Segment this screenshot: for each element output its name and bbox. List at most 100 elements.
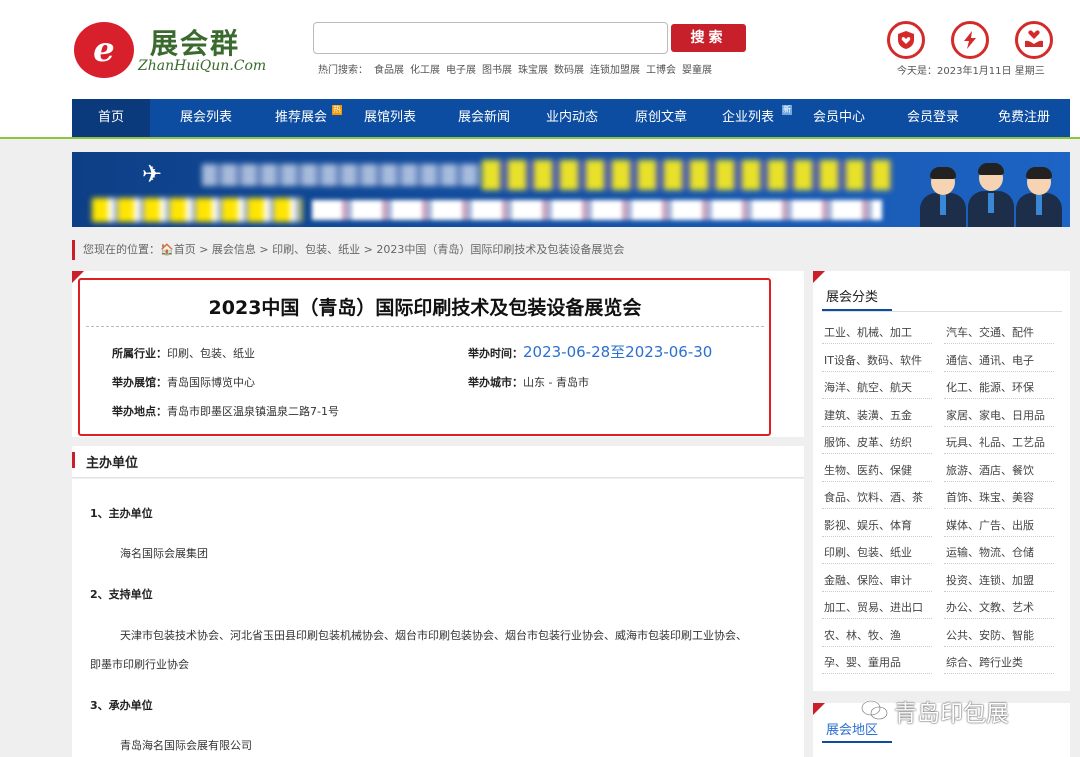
- section-title: 主办单位: [86, 456, 139, 471]
- nav-label: 免费注册: [997, 110, 1050, 125]
- nav-label: 会员登录: [906, 110, 959, 125]
- corner-triangle: [813, 271, 825, 283]
- breadcrumb-path[interactable]: > 展会信息 > 印刷、包装、纸业 > 2023中国（青岛）国际印刷技术及包装设…: [196, 243, 624, 256]
- business-people-illustration: [912, 162, 1062, 227]
- nav-item-industry[interactable]: 业内动态: [528, 99, 616, 137]
- nav-item-recommended[interactable]: 推荐展会热: [262, 99, 342, 137]
- category-link[interactable]: 综合、跨行业类: [946, 654, 1023, 670]
- category-link[interactable]: 玩具、礼品、工艺品: [946, 434, 1045, 450]
- dotted-divider: [944, 645, 1054, 647]
- info-value[interactable]: 青岛国际博览中心: [167, 376, 255, 389]
- category-link[interactable]: 印刷、包装、纸业: [824, 544, 912, 560]
- nav-label: 会员中心: [812, 110, 865, 125]
- category-link[interactable]: 媒体、广告、出版: [946, 517, 1034, 533]
- category-link[interactable]: 家居、家电、日用品: [946, 407, 1045, 423]
- organizer-text: 青岛海名国际会展有限公司: [120, 739, 252, 752]
- nav-item-articles[interactable]: 原创文章: [616, 99, 706, 137]
- breadcrumb-home-link[interactable]: 首页: [174, 243, 196, 256]
- hot-search-link[interactable]: 化工展: [410, 65, 440, 76]
- organizers-body: [72, 479, 804, 757]
- category-link[interactable]: 食品、饮料、酒、茶: [824, 489, 923, 505]
- nav-item-login[interactable]: 会员登录: [888, 99, 978, 137]
- category-link[interactable]: 旅游、酒店、餐饮: [946, 462, 1034, 478]
- category-link[interactable]: 首饰、珠宝、美容: [946, 489, 1034, 505]
- shield-heart-icon[interactable]: [887, 21, 925, 59]
- hot-search-link[interactable]: 图书展: [482, 65, 512, 76]
- hot-search-link[interactable]: 连锁加盟展: [590, 65, 640, 76]
- category-link[interactable]: 办公、文教、艺术: [946, 599, 1034, 615]
- hot-search-link[interactable]: 工博会: [646, 65, 676, 76]
- breadcrumb: 您现在的位置：🏠首页 > 展会信息 > 印刷、包装、纸业 > 2023中国（青岛…: [72, 240, 624, 260]
- category-link[interactable]: 通信、通讯、电子: [946, 352, 1034, 368]
- airplane-icon: ✈: [142, 160, 163, 188]
- dotted-divider: [822, 343, 932, 344]
- hot-search-link[interactable]: 婴童展: [682, 65, 712, 76]
- divider: [822, 311, 1062, 312]
- dotted-divider: [822, 618, 932, 619]
- dotted-divider: [944, 370, 1054, 372]
- nav-item-member-center[interactable]: 会员中心: [790, 99, 888, 137]
- category-link[interactable]: 投资、连锁、加盟: [946, 572, 1034, 588]
- nav-item-expo-list[interactable]: 展会列表: [150, 99, 262, 137]
- category-link[interactable]: 化工、能源、环保: [946, 379, 1034, 395]
- hot-search-link[interactable]: 数码展: [554, 65, 584, 76]
- logo-emblem-icon: e: [74, 22, 134, 78]
- category-link[interactable]: 海洋、航空、航天: [824, 379, 912, 395]
- dotted-divider: [822, 480, 932, 482]
- site-logo[interactable]: e 展会群 ZhanHuiQun.Com: [74, 20, 267, 80]
- category-link[interactable]: 影视、娱乐、体育: [824, 517, 912, 533]
- home-icon: 🏠: [160, 243, 174, 256]
- info-value[interactable]: 印刷、包装、纸业: [167, 347, 255, 360]
- category-link[interactable]: 工业、机械、加工: [824, 324, 912, 340]
- category-link[interactable]: 金融、保险、审计: [824, 572, 912, 588]
- organizer-text: 即墨市印刷行业协会: [90, 658, 189, 671]
- category-link[interactable]: 生物、医药、保健: [824, 462, 912, 478]
- nav-item-venues[interactable]: 展馆列表: [340, 99, 440, 137]
- info-label: 举办地点：: [112, 405, 167, 418]
- category-link[interactable]: 运输、物流、仓储: [946, 544, 1034, 560]
- nav-item-home[interactable]: 首页: [72, 99, 150, 137]
- dotted-divider: [944, 425, 1054, 427]
- category-link[interactable]: 加工、贸易、进出口: [824, 599, 923, 615]
- hot-search-link[interactable]: 电子展: [446, 65, 476, 76]
- nav-item-register[interactable]: 免费注册: [978, 99, 1070, 137]
- organizer-subtitle: 1、主办单位: [90, 507, 153, 520]
- nav-item-companies[interactable]: 企业列表新: [706, 99, 792, 137]
- breadcrumb-prefix: 您现在的位置：: [83, 243, 160, 256]
- info-time: 举办时间：2023-06-28至2023-06-30: [468, 341, 712, 362]
- category-link[interactable]: 建筑、装潢、五金: [824, 407, 912, 423]
- organizer-subtitle: 2、支持单位: [90, 588, 153, 601]
- category-link[interactable]: 服饰、皮革、纺织: [824, 434, 912, 450]
- hot-search-label: 热门搜索：: [318, 65, 368, 76]
- main-nav: 首页 展会列表 推荐展会热 展馆列表 展会新闻 业内动态 原创文章 企业列表新 …: [72, 99, 1070, 137]
- dotted-divider: [944, 563, 1054, 564]
- heart-hands-icon[interactable]: [1015, 21, 1053, 59]
- search-input[interactable]: [313, 22, 668, 54]
- info-label: 举办展馆：: [112, 376, 167, 389]
- info-venue: 举办展馆：青岛国际博览中心: [112, 374, 255, 390]
- nav-label: 展会新闻: [457, 110, 510, 125]
- logo-text-en: ZhanHuiQun.Com: [138, 58, 267, 74]
- lightning-icon[interactable]: [951, 21, 989, 59]
- today-date: 今天是：2023年1月11日 星期三: [897, 66, 1045, 77]
- blurred-banner-text: [202, 164, 482, 186]
- dotted-divider: [944, 535, 1054, 537]
- category-link[interactable]: IT设备、数码、软件: [824, 352, 922, 368]
- sidebar-title: 展会分类: [826, 290, 879, 305]
- category-link[interactable]: 农、林、牧、渔: [824, 627, 901, 643]
- hot-search-link[interactable]: 食品展: [374, 65, 404, 76]
- dotted-divider: [944, 618, 1054, 619]
- dotted-divider: [822, 535, 932, 537]
- category-link[interactable]: 孕、婴、童用品: [824, 654, 901, 670]
- logo-text-cn: 展会群: [150, 27, 241, 60]
- search-button[interactable]: 搜索: [671, 24, 746, 52]
- dotted-divider: [822, 563, 932, 564]
- dotted-divider: [944, 398, 1054, 399]
- category-link[interactable]: 汽车、交通、配件: [946, 324, 1034, 340]
- info-city: 举办城市：山东 - 青岛市: [468, 374, 589, 390]
- ad-banner[interactable]: ✈: [72, 152, 1070, 227]
- hot-search-bar: 热门搜索： 食品展 化工展 电子展 图书展 珠宝展 数码展 连锁加盟展 工博会 婴童展: [318, 61, 718, 76]
- category-link[interactable]: 公共、安防、智能: [946, 627, 1034, 643]
- hot-search-link[interactable]: 珠宝展: [518, 65, 548, 76]
- nav-item-news[interactable]: 展会新闻: [440, 99, 528, 137]
